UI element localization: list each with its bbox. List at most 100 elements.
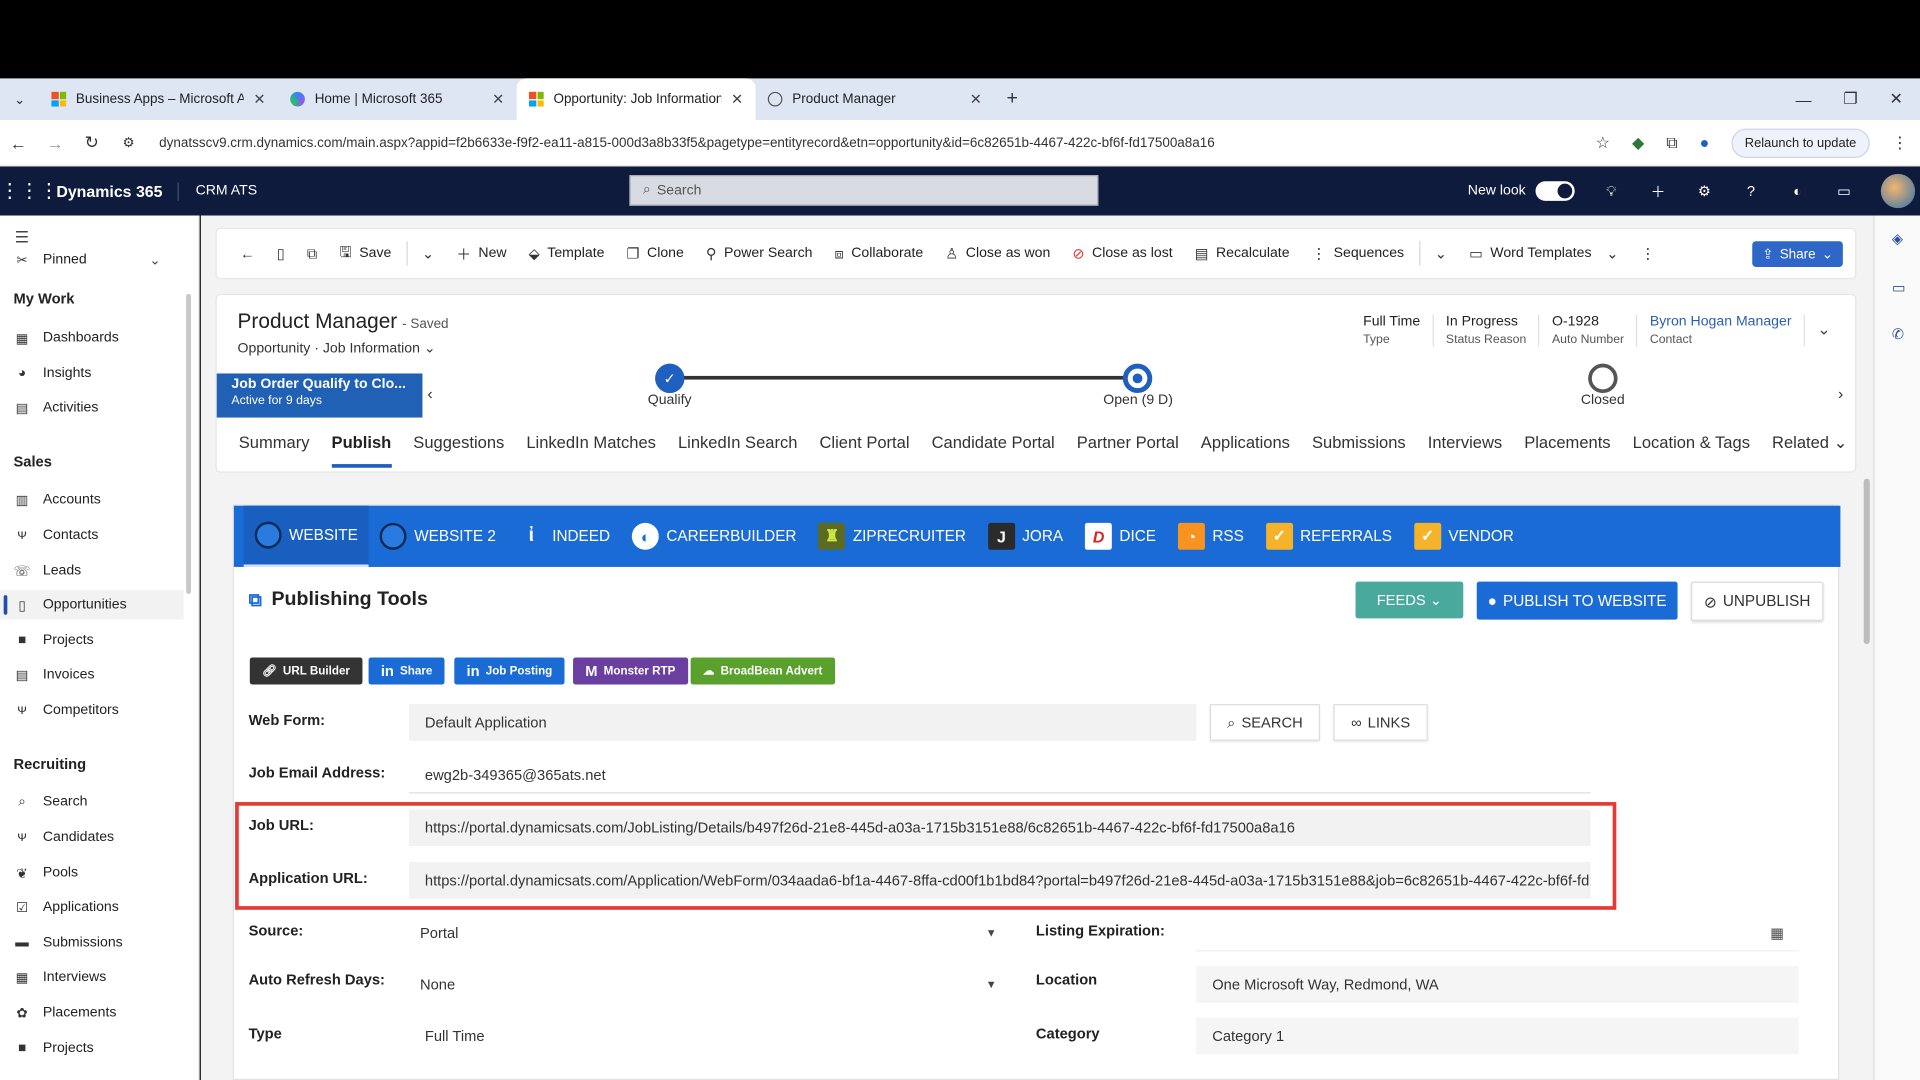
board-tab-website[interactable]: WEBSITE (243, 505, 369, 567)
main-scrollbar[interactable] (1860, 215, 1874, 1080)
close-window-icon[interactable]: ✕ (1890, 89, 1903, 109)
type-field[interactable]: Full Time (408, 1017, 1009, 1055)
tab-summary[interactable]: Summary (228, 433, 321, 467)
main-scrollbar-thumb[interactable] (1863, 478, 1870, 645)
tab-candidate-portal[interactable]: Candidate Portal (921, 433, 1066, 467)
tab-linkedin-matches[interactable]: LinkedIn Matches (515, 433, 667, 467)
sidebar-item-accounts[interactable]: ▥ Accounts (0, 485, 184, 514)
sequences-button[interactable]: ⋮ Sequences (1301, 245, 1416, 262)
reload-icon[interactable]: ↻ (73, 132, 110, 153)
chevron-down-icon[interactable]: ⌄ (149, 252, 160, 268)
source-select[interactable]: Portal ▼ (408, 914, 1009, 952)
close-as-won-button[interactable]: ♙ Close as won (934, 245, 1061, 262)
bpf-active-stage-flyout[interactable]: Job Order Qualify to Clo... Active for 9… (216, 373, 423, 418)
linkedin-share-button[interactable]: in Share (368, 657, 445, 685)
more-chevron-icon[interactable]: ⌄ (1424, 245, 1458, 262)
tab-related[interactable]: Related ⌄ (1761, 433, 1858, 467)
browser-menu-icon[interactable]: ⋮ (1892, 133, 1908, 153)
unpublish-button[interactable]: ⊘ UNPUBLISH (1691, 581, 1824, 621)
sidebar-item-recruiting-projects[interactable]: ■ Projects (0, 1033, 184, 1062)
board-tab-ziprecruiter[interactable]: ♜ ZIPRECRUITER (808, 506, 977, 567)
tab-partner-portal[interactable]: Partner Portal (1066, 433, 1190, 467)
job-email-field[interactable]: ewg2b-349365@365ats.net (408, 756, 1591, 794)
app-launcher-icon[interactable]: ⋮⋮⋮ (0, 179, 59, 203)
help-icon[interactable]: ? (1741, 182, 1761, 199)
bpf-stage-qualify-check-icon[interactable]: ✓ (655, 363, 685, 394)
sidebar-item-search[interactable]: ⌕ Search (0, 787, 184, 816)
global-search-input[interactable]: ⌕ Search (629, 175, 1099, 206)
tab-location-tags[interactable]: Location & Tags (1622, 433, 1761, 467)
sidebar-item-submissions[interactable]: ▬ Submissions (0, 928, 184, 957)
sidebar-item-pools[interactable]: ❦ Pools (0, 858, 184, 887)
board-tab-referrals[interactable]: ✓ REFERRALS (1255, 506, 1403, 567)
web-form-field[interactable]: Default Application (408, 704, 1197, 741)
save-options-chevron-icon[interactable]: ⌄ (411, 245, 445, 262)
search-button[interactable]: ⌕ SEARCH (1209, 704, 1321, 741)
chat-icon[interactable]: ▭ (1834, 182, 1854, 199)
forward-icon[interactable]: → (37, 133, 74, 153)
url-builder-button[interactable]: 🔗︎ URL Builder (249, 657, 363, 685)
auto-refresh-select[interactable]: None ▼ (408, 966, 1009, 1003)
tab-client-portal[interactable]: Client Portal (808, 433, 920, 467)
sidebar-item-invoices[interactable]: ▤ Invoices (0, 660, 184, 689)
browser-tab-m365-home[interactable]: Home | Microsoft 365 ✕ (278, 78, 517, 120)
sidebar-item-opportunities[interactable]: ▯ Opportunities (0, 590, 184, 620)
recalculate-button[interactable]: ▤ Recalculate (1184, 245, 1301, 262)
plus-icon[interactable]: ＋ (1648, 181, 1668, 202)
relaunch-button[interactable]: Relaunch to update (1731, 127, 1870, 158)
bpf-next-icon[interactable]: › (1838, 384, 1843, 402)
tab-interviews[interactable]: Interviews (1417, 433, 1513, 467)
brand-title[interactable]: Dynamics 365 (47, 181, 179, 201)
board-tab-rss[interactable]: ◔ RSS (1167, 506, 1255, 567)
tab-placements[interactable]: Placements (1513, 433, 1621, 467)
browser-tab-opportunity[interactable]: Opportunity: Job Information: ✕ (516, 78, 756, 121)
sidebar-item-candidates[interactable]: ᴪ Candidates (0, 823, 184, 852)
sidebar-item-insights[interactable]: ◕ Insights (0, 359, 184, 388)
bpf-prev-icon[interactable]: ‹ (427, 384, 432, 402)
bpf-stage-open-node[interactable] (1122, 363, 1153, 394)
tab-applications[interactable]: Applications (1190, 433, 1301, 467)
calendar-icon[interactable]: ▦ (1770, 924, 1784, 941)
back-arrow-icon[interactable]: ← (229, 245, 266, 262)
save-button[interactable]: 🖫︎ Save (328, 241, 402, 267)
sidebar-item-leads[interactable]: ☏ Leads (0, 556, 184, 585)
user-avatar[interactable] (1880, 173, 1916, 209)
power-search-button[interactable]: ⚲ Power Search (695, 245, 824, 262)
browser-tab-product-manager[interactable]: Product Manager ✕ (756, 78, 995, 120)
close-tab-icon[interactable]: ✕ (253, 91, 265, 108)
lightbulb-icon[interactable]: 💡︎ (1602, 182, 1622, 200)
sidebar-item-projects[interactable]: ■ Projects (0, 626, 184, 655)
puzzle-icon[interactable]: ⧉ (1666, 133, 1677, 153)
location-field[interactable]: One Microsoft Way, Redmond, WA (1196, 966, 1799, 1003)
new-tab-icon[interactable]: + (994, 88, 1030, 110)
collaborate-button[interactable]: ⧈ Collaborate (823, 244, 934, 262)
close-tab-icon[interactable]: ✕ (492, 91, 504, 108)
word-templates-button[interactable]: ▭ Word Templates ⌄ (1458, 245, 1630, 262)
sidebar-item-contacts[interactable]: ᴪ Contacts (0, 520, 184, 549)
sidebar-item-applications[interactable]: ☑ Applications (0, 893, 184, 922)
overflow-menu-icon[interactable]: ⋮ (1630, 245, 1667, 262)
back-icon[interactable]: ← (0, 133, 37, 153)
sidebar-item-competitors[interactable]: ᴪ Competitors (0, 696, 184, 725)
publish-to-website-button[interactable]: ● PUBLISH TO WEBSITE (1476, 581, 1678, 620)
monster-rtp-button[interactable]: M Monster RTP (573, 657, 688, 685)
copilot-pane-icon[interactable]: ◈ (1892, 230, 1903, 247)
close-tab-icon[interactable]: ✕ (731, 91, 743, 108)
tab-suggestions[interactable]: Suggestions (402, 433, 515, 467)
teams-chat-icon[interactable]: ▭ (1892, 279, 1906, 296)
url-field[interactable]: dynatsscv9.crm.dynamics.com/main.aspx?ap… (147, 135, 1596, 150)
form-selector[interactable]: Job Information ⌄ (323, 342, 436, 357)
board-tab-jora[interactable]: J JORA (977, 506, 1074, 567)
app-name[interactable]: CRM ATS (178, 184, 258, 199)
links-button[interactable]: ∞ LINKS (1333, 704, 1428, 741)
template-button[interactable]: ⬙ Template (518, 245, 616, 262)
profile-icon[interactable]: ● (1700, 133, 1710, 151)
site-info-icon[interactable]: ⚙ (110, 135, 147, 151)
tab-submissions[interactable]: Submissions (1301, 433, 1417, 467)
sidebar-item-placements[interactable]: ✿ Placements (0, 998, 184, 1027)
listing-expiration-field[interactable]: ▦ (1196, 914, 1799, 952)
sidebar-scrollbar[interactable] (186, 293, 192, 594)
browser-tab-business-apps[interactable]: Business Apps – Microsoft Ap ✕ (39, 78, 278, 120)
restore-icon[interactable]: ❐ (1843, 89, 1857, 109)
contact-link[interactable]: Byron Hogan Manager (1650, 315, 1792, 330)
